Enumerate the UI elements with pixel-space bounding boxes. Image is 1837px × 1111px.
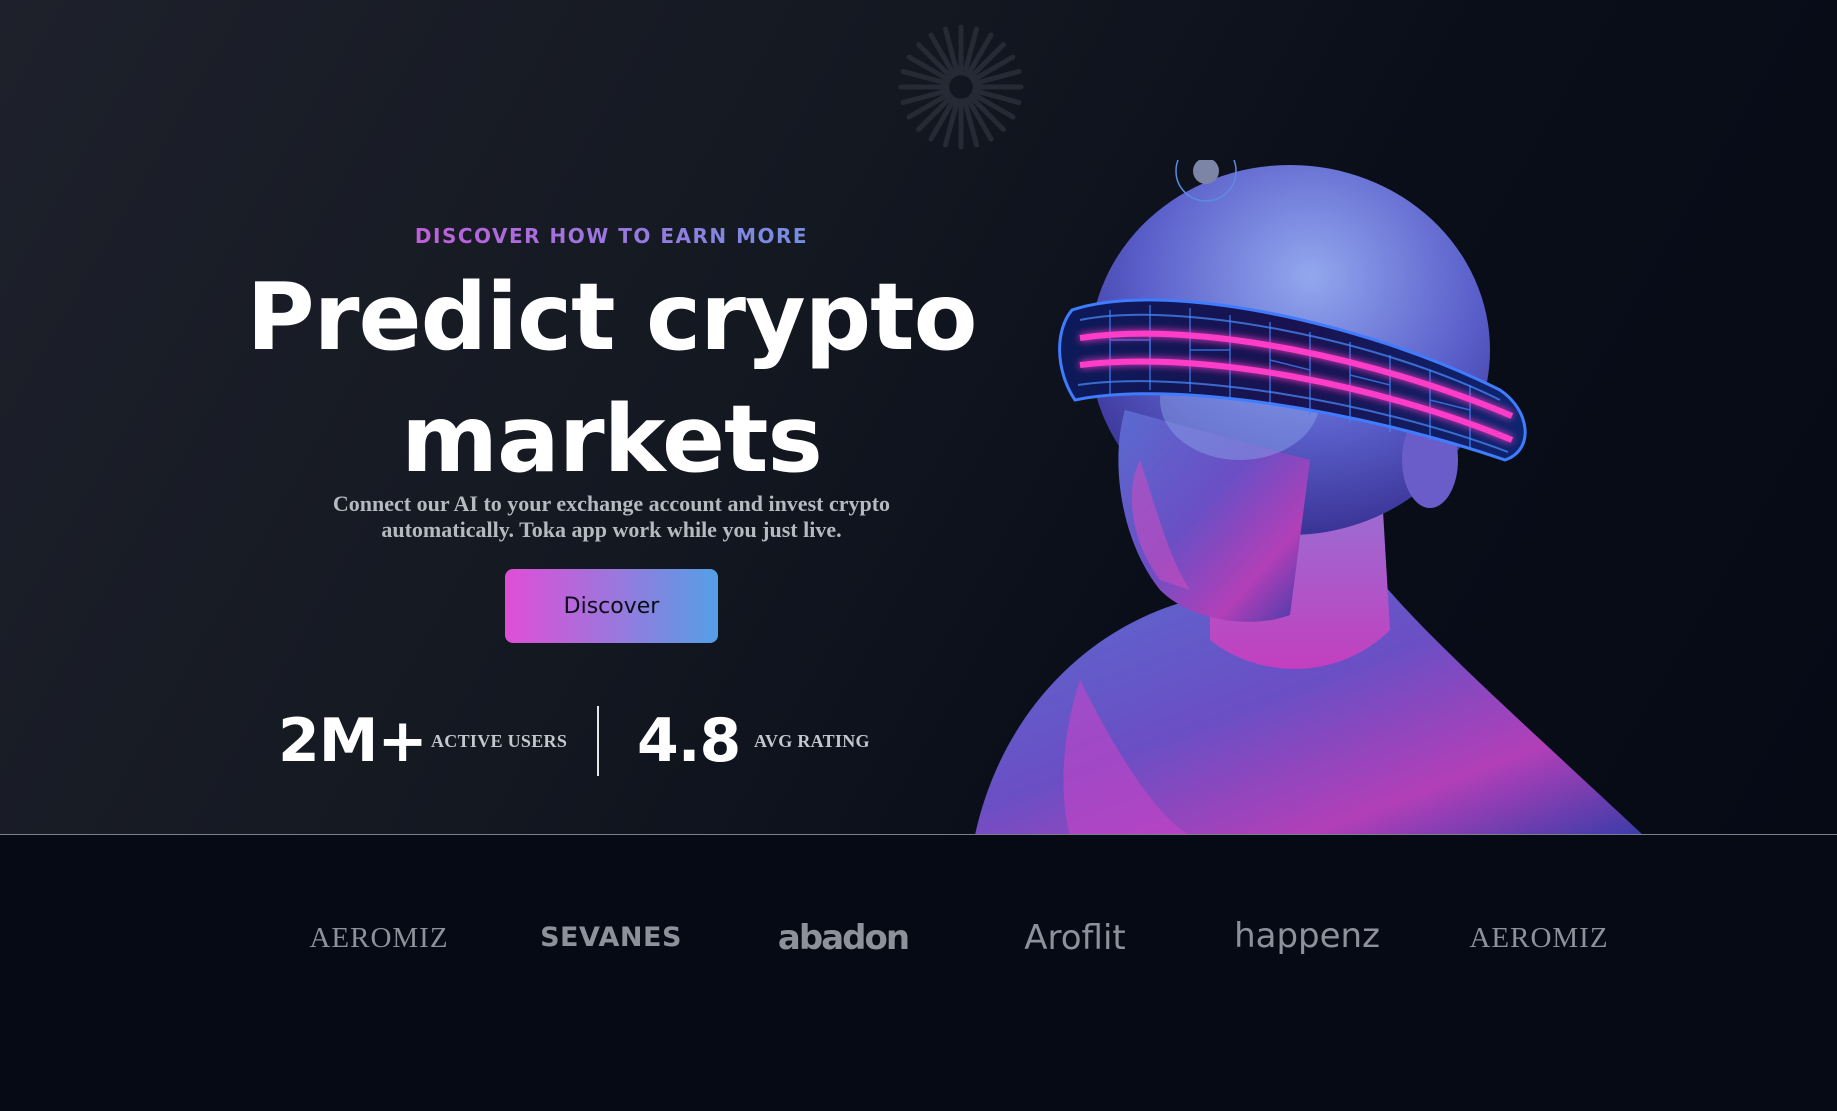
discover-button[interactable]: Discover xyxy=(505,569,718,643)
partner-logo-aeromiz: AEROMIZ xyxy=(309,922,449,954)
partner-logo-aeromiz-2: AEROMIZ xyxy=(1469,922,1609,954)
radial-burst-icon xyxy=(898,24,1024,150)
stat-value-rating: 4.8 xyxy=(637,706,741,776)
stat-label-rating: AVG RATING xyxy=(754,731,870,751)
partner-logo-happenz: happenz xyxy=(1234,916,1380,956)
hero-section: DISCOVER HOW TO EARN MORE Predict crypto… xyxy=(0,0,1837,835)
eyebrow-text: DISCOVER HOW TO EARN MORE xyxy=(280,224,943,248)
stat-divider xyxy=(597,706,599,776)
hero-headline: Predict crypto markets xyxy=(246,263,977,493)
partner-logo-sevanes: SEVANES xyxy=(540,922,682,953)
stat-value-users: 2M+ xyxy=(278,706,428,776)
partner-logo-abadon: abadon xyxy=(777,918,910,958)
vr-head-illustration xyxy=(975,160,1642,834)
partner-logo-aroflit: Aroflit xyxy=(1024,918,1126,958)
hero-subtitle: Connect our AI to your exchange account … xyxy=(332,491,891,542)
stat-label-users: ACTIVE USERS xyxy=(431,731,568,751)
